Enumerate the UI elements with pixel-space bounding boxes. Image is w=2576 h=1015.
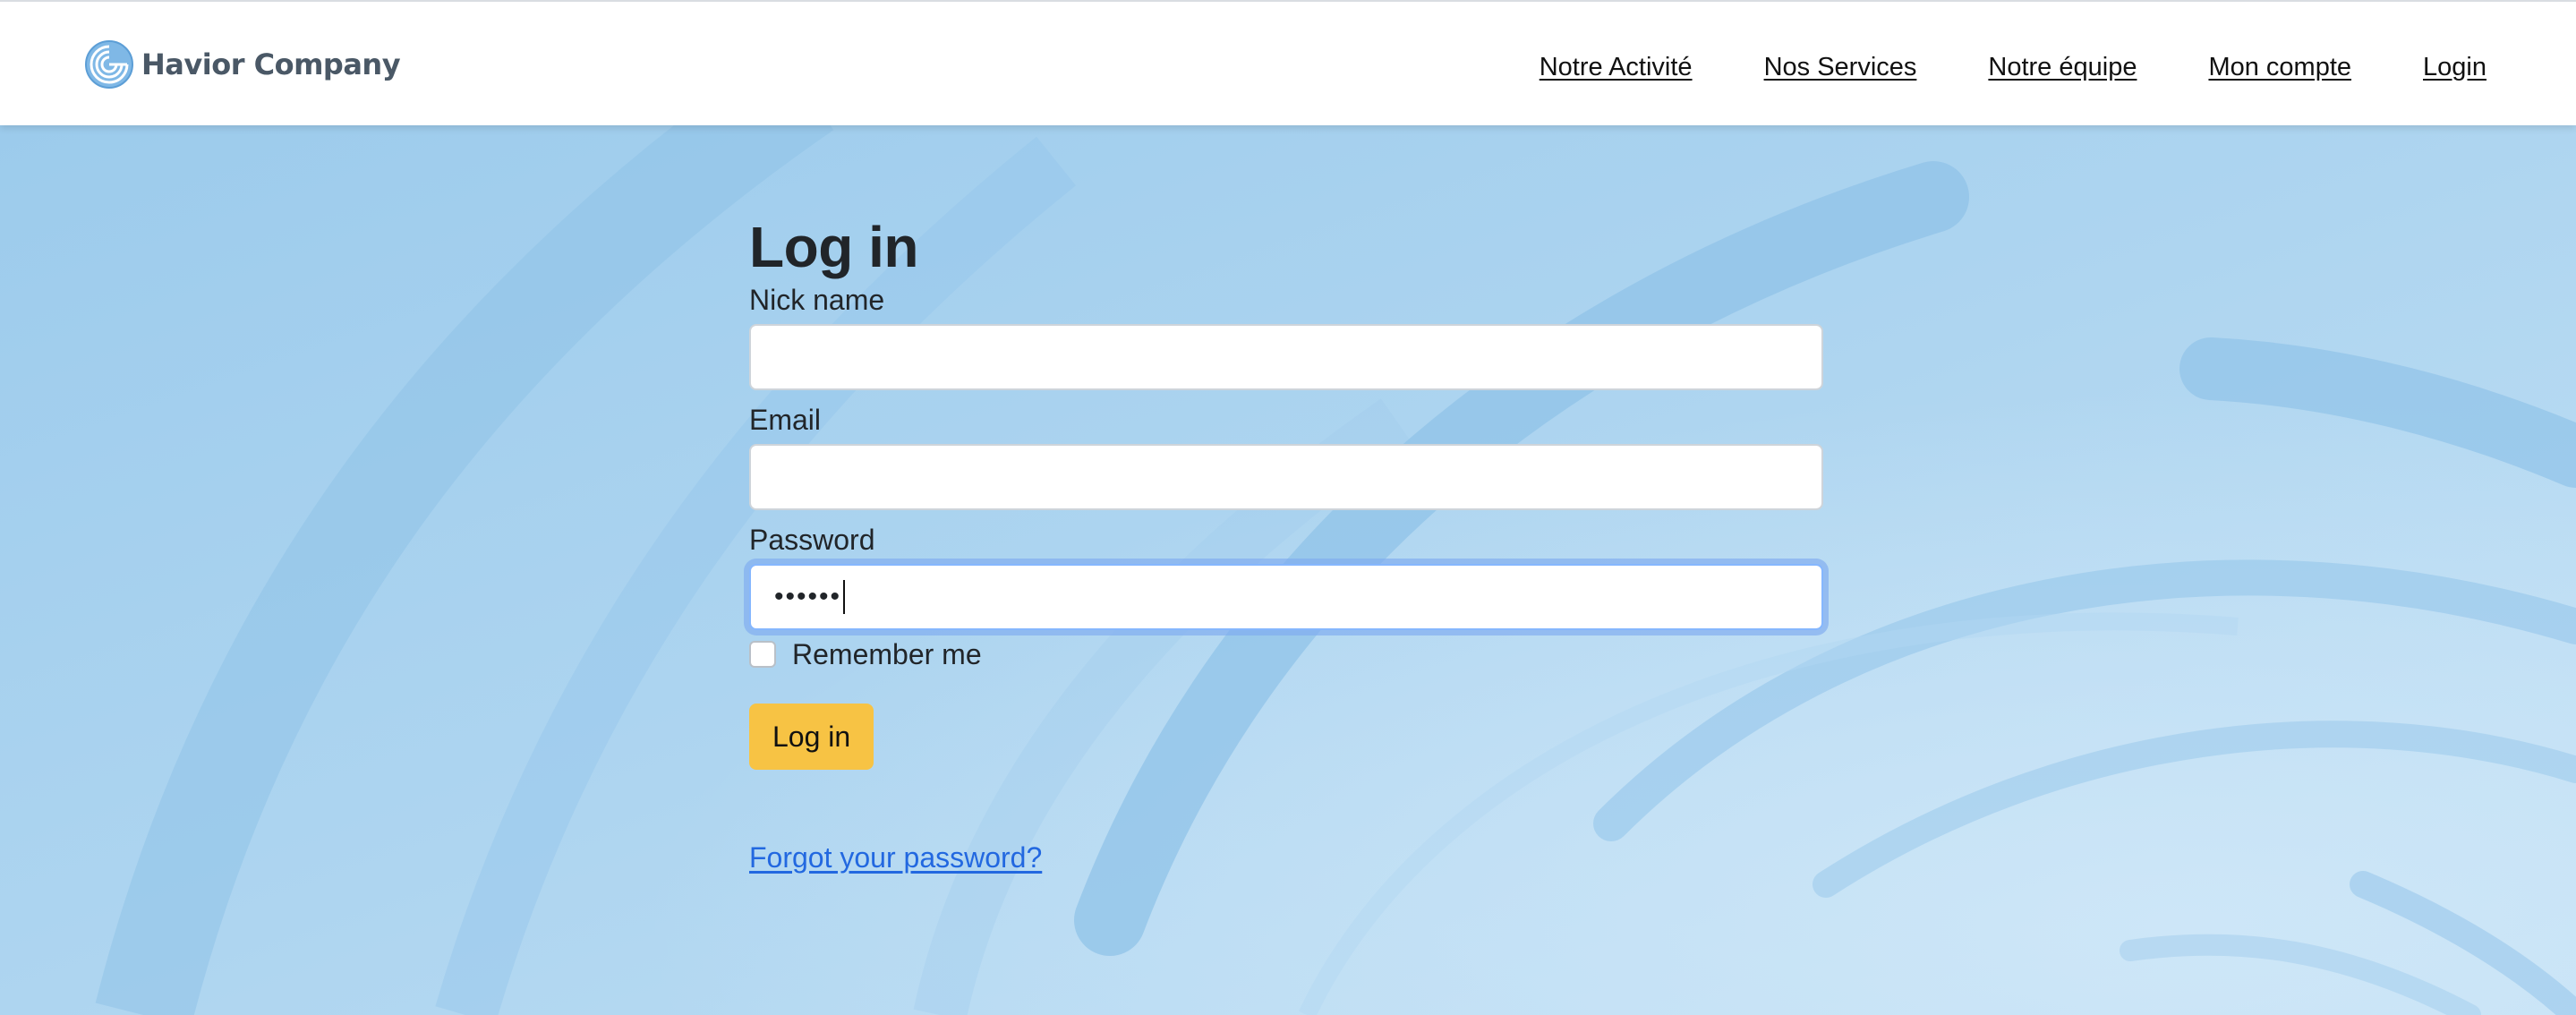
- nav-link-equipe[interactable]: Notre équipe: [1988, 52, 2137, 82]
- email-input[interactable]: [749, 444, 1823, 510]
- main-nav: Notre Activité Nos Services Notre équipe…: [1540, 52, 2486, 82]
- email-label: Email: [749, 404, 822, 436]
- nickname-label: Nick name: [749, 284, 885, 316]
- login-form: Log in Nick name Email Password •••••• R…: [749, 211, 1825, 874]
- password-input[interactable]: ••••••: [749, 564, 1823, 630]
- password-masked-value: ••••••: [774, 582, 842, 611]
- nav-link-login[interactable]: Login: [2423, 52, 2486, 82]
- page-title: Log in: [749, 215, 918, 279]
- brand-name: Havior Company: [141, 47, 401, 81]
- forgot-password-link[interactable]: Forgot your password?: [749, 841, 1825, 874]
- nickname-input[interactable]: [749, 324, 1823, 390]
- remember-me-label[interactable]: Remember me: [792, 637, 982, 671]
- remember-me-row: Remember me: [749, 637, 1825, 671]
- text-caret: [843, 580, 846, 614]
- password-label: Password: [749, 524, 875, 556]
- nav-link-activite[interactable]: Notre Activité: [1540, 52, 1693, 82]
- login-submit-button[interactable]: Log in: [749, 704, 874, 770]
- spiral-logo-icon: [85, 40, 133, 89]
- site-header: Havior Company Notre Activité Nos Servic…: [0, 0, 2576, 125]
- brand-logo-link[interactable]: Havior Company: [84, 39, 401, 90]
- remember-me-checkbox[interactable]: [749, 641, 776, 668]
- nav-link-services[interactable]: Nos Services: [1764, 52, 1917, 82]
- nav-link-mon-compte[interactable]: Mon compte: [2208, 52, 2351, 82]
